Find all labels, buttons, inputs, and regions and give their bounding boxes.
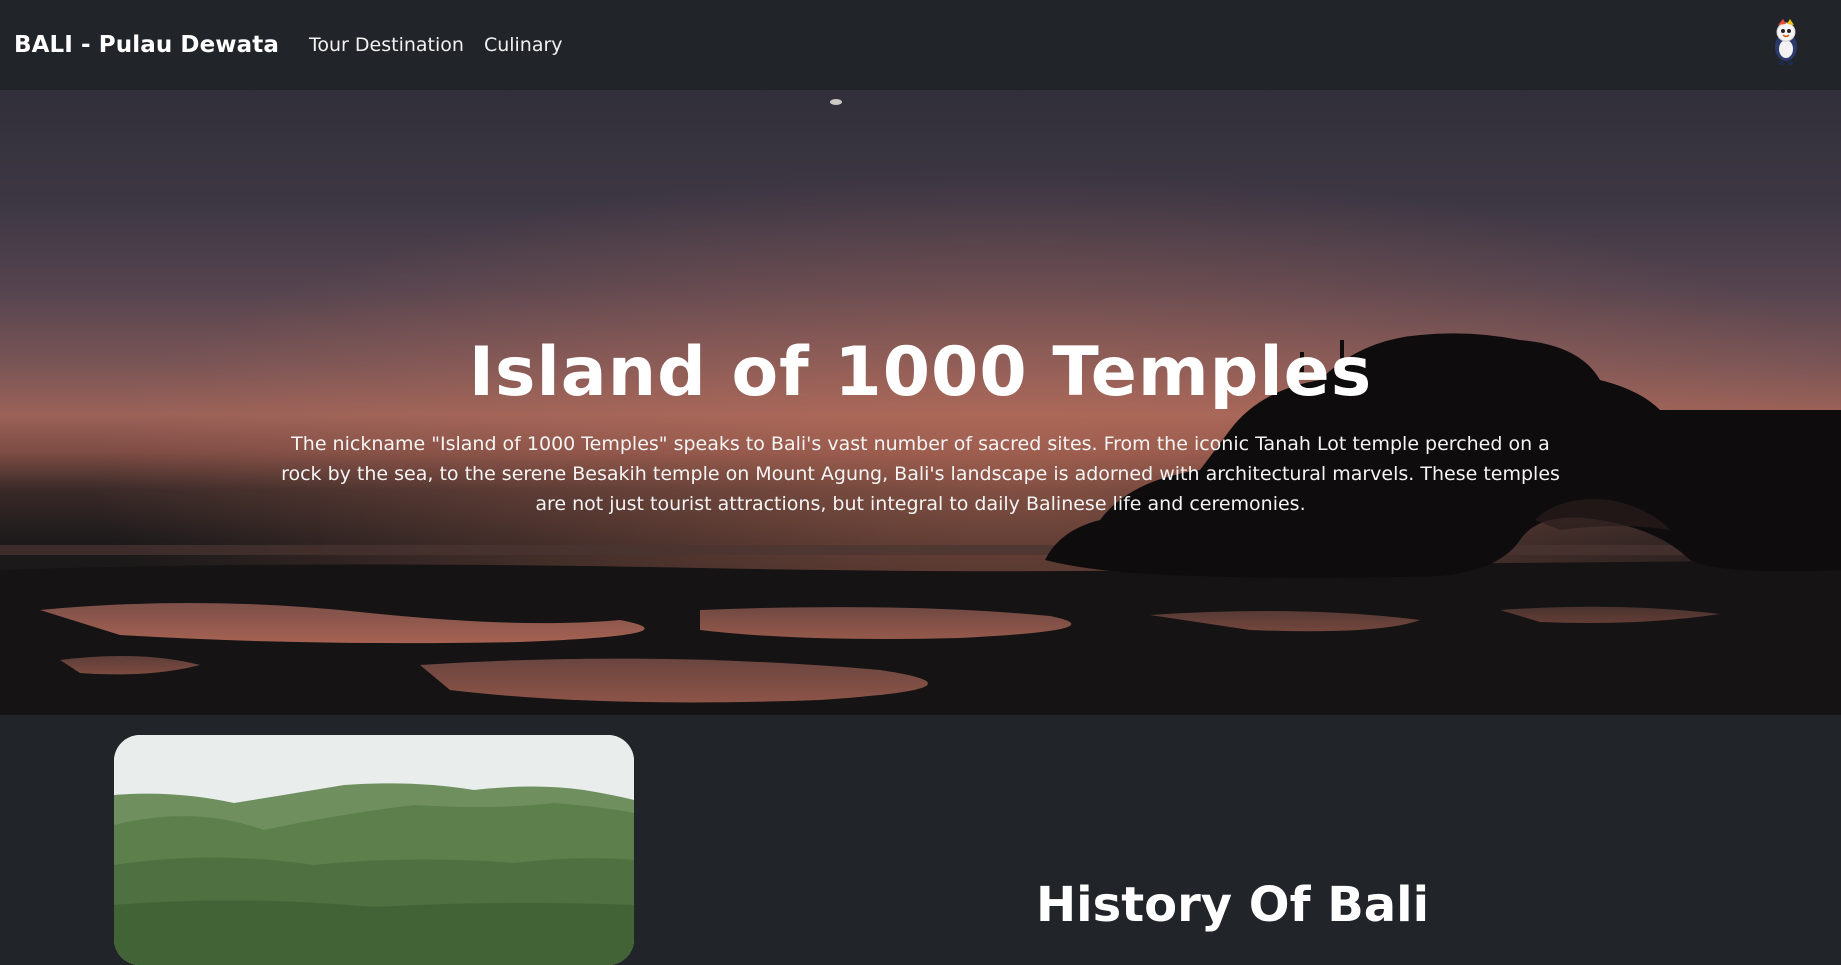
- nav-link-tour-destination[interactable]: Tour Destination: [309, 34, 464, 56]
- history-section: History Of Bali: [0, 715, 1841, 965]
- history-title: History Of Bali: [1036, 877, 1430, 933]
- hero-banner: Island of 1000 Temples The nickname "Isl…: [0, 90, 1841, 715]
- hero-title: Island of 1000 Temples: [468, 333, 1373, 412]
- nav-link-culinary[interactable]: Culinary: [484, 34, 563, 56]
- hero-description: The nickname "Island of 1000 Temples" sp…: [281, 433, 1560, 515]
- mascot-avatar-icon[interactable]: [1769, 17, 1803, 67]
- nav-links: Tour Destination Culinary: [309, 34, 563, 56]
- navbar: BALI - Pulau Dewata Tour Destination Cul…: [0, 0, 1841, 90]
- brand-link[interactable]: BALI - Pulau Dewata: [14, 32, 279, 58]
- hero-content: Island of 1000 Temples The nickname "Isl…: [0, 330, 1841, 519]
